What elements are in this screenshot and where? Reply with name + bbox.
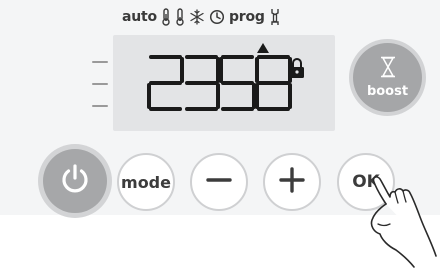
pointing-hand-icon — [352, 160, 438, 272]
lcd-digit — [185, 55, 220, 111]
power-icon — [58, 162, 92, 200]
level-tick — [92, 61, 108, 63]
wrench-icon — [269, 8, 281, 26]
level-tick — [92, 105, 108, 107]
minus-icon — [204, 165, 234, 199]
thermometer-comfort-icon — [161, 8, 171, 26]
lcd-display — [113, 35, 335, 131]
plus-icon — [277, 165, 307, 199]
minus-button[interactable] — [190, 153, 248, 211]
padlock-icon — [290, 58, 304, 78]
boost-button[interactable]: boost — [349, 39, 426, 116]
power-button[interactable] — [38, 144, 112, 218]
clock-icon — [209, 9, 225, 25]
arrow-up-triangle-icon — [257, 43, 269, 53]
hourglass-icon — [380, 56, 396, 82]
lcd-digit — [147, 55, 184, 111]
plus-button[interactable] — [263, 153, 321, 211]
boost-label: boost — [366, 84, 409, 99]
lcd-digit — [219, 55, 256, 111]
level-tick — [92, 83, 108, 85]
mode-indicator-row: auto prog — [122, 6, 281, 28]
lcd-digit — [255, 55, 292, 111]
snowflake-icon — [189, 9, 205, 25]
level-indicator-ticks — [92, 60, 108, 120]
mode-prog-label: prog — [228, 9, 265, 25]
mode-button-label: mode — [121, 172, 171, 192]
mode-auto-label: auto — [122, 9, 157, 25]
thermometer-eco-icon — [175, 8, 185, 26]
mode-button[interactable]: mode — [117, 153, 175, 211]
